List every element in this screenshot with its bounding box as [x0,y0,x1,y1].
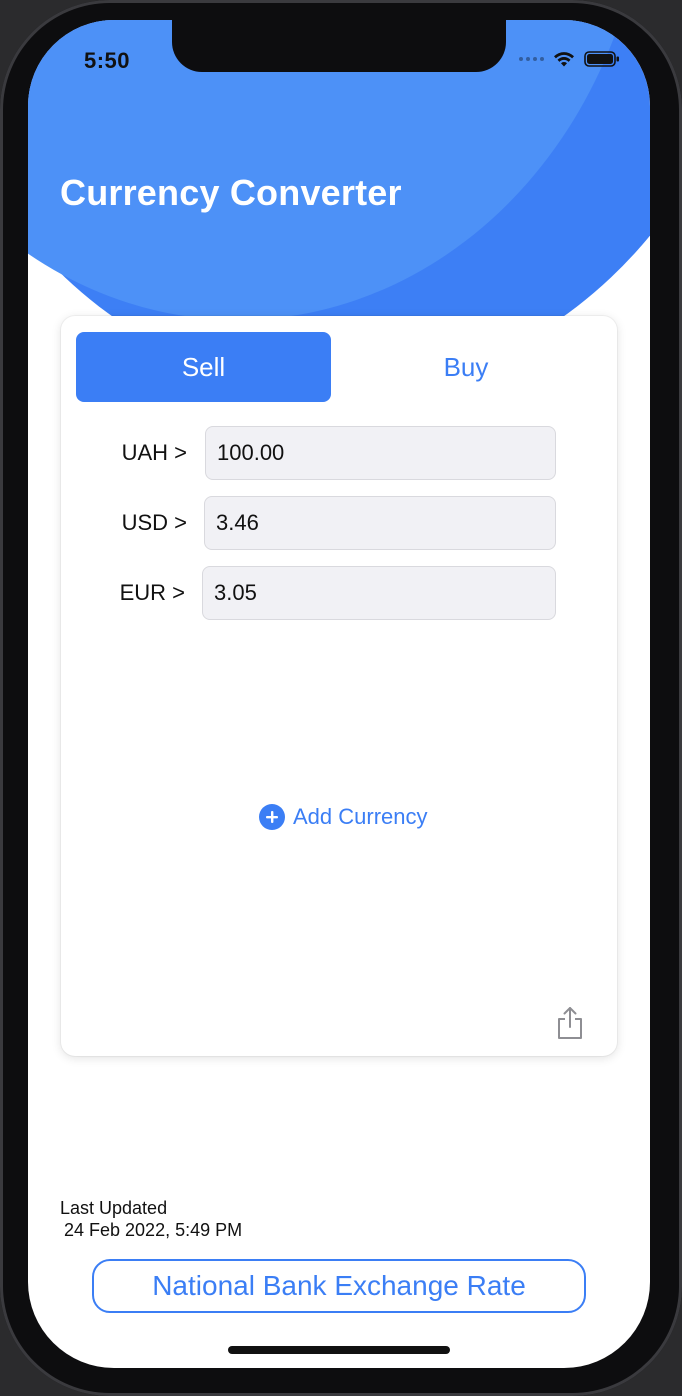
sell-buy-segmented-control: Sell Buy [76,332,601,402]
last-updated-label: Last Updated [60,1198,168,1218]
national-bank-rate-button[interactable]: National Bank Exchange Rate [92,1259,586,1313]
add-currency-button[interactable]: Add Currency [259,804,428,830]
home-indicator[interactable] [228,1346,450,1354]
amount-field[interactable]: 3.05 [202,566,556,620]
app-screen: 5:50 Currency Converter Sell Buy UAH > 1… [28,20,650,1368]
plus-circle-icon [259,804,285,830]
device-notch [172,20,506,72]
converter-card: Sell Buy UAH > 100.00 USD > 3.46 EUR > 3… [61,316,617,1056]
battery-icon [584,51,619,67]
status-icons [519,50,620,68]
wifi-icon [554,52,574,67]
status-time: 5:50 [84,48,131,73]
currency-label[interactable]: EUR > [120,566,185,620]
cellular-signal-icon [519,57,544,61]
currency-row-uah: UAH > 100.00 [61,426,617,480]
amount-field[interactable]: 100.00 [205,426,556,480]
tab-buy[interactable]: Buy [331,332,601,402]
add-currency-label: Add Currency [293,804,428,829]
tab-sell[interactable]: Sell [76,332,331,402]
currency-label[interactable]: USD > [122,496,187,550]
currency-row-eur: EUR > 3.05 [61,566,617,620]
device-frame: 5:50 Currency Converter Sell Buy UAH > 1… [0,0,682,1396]
currency-label[interactable]: UAH > [122,426,187,480]
last-updated: Last Updated 24 Feb 2022, 5:49 PM [60,1197,242,1241]
currency-row-usd: USD > 3.46 [61,496,617,550]
last-updated-value: 24 Feb 2022, 5:49 PM [64,1220,243,1240]
page-title: Currency Converter [60,172,402,213]
share-icon[interactable] [556,1006,584,1040]
amount-field[interactable]: 3.46 [204,496,556,550]
